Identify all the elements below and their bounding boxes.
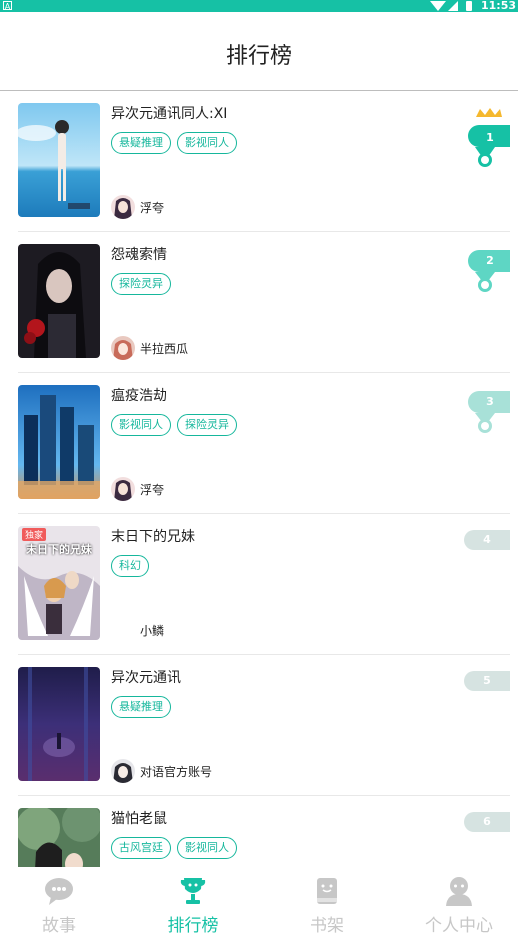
- rank-number: 4: [464, 530, 510, 550]
- tab-bookshelf[interactable]: 书架: [272, 867, 382, 936]
- author-name: 浮夸: [140, 483, 165, 497]
- tag-badge[interactable]: 古风宫廷: [111, 837, 171, 859]
- notification-a-icon: A: [3, 1, 12, 11]
- rank-badge: 2: [462, 250, 510, 296]
- rank-badge: 1: [462, 107, 510, 171]
- tag-badge[interactable]: 悬疑推理: [111, 696, 171, 718]
- tag-badge[interactable]: 探险灵异: [111, 273, 171, 295]
- tag-badge[interactable]: 影视同人: [177, 837, 237, 859]
- avatar: [111, 759, 135, 783]
- book-title[interactable]: 怨魂索情: [111, 244, 167, 264]
- tag-badge[interactable]: 影视同人: [111, 414, 171, 436]
- avatar: [111, 477, 135, 501]
- tag-badge[interactable]: 悬疑推理: [111, 132, 171, 154]
- book-title[interactable]: 异次元通讯: [111, 667, 181, 687]
- exclusive-badge: 独家: [22, 528, 47, 541]
- wifi-icon: [430, 1, 446, 11]
- tag-list: 古风宫廷 影视同人: [111, 836, 243, 859]
- author-name: 浮夸: [140, 201, 165, 215]
- ranking-item-4[interactable]: 独家 末日下的兄妹 末日下的兄妹 科幻 小鳞 4: [18, 514, 510, 655]
- ranking-item-5[interactable]: 异次元通讯 悬疑推理 对语官方账号 5: [18, 655, 510, 796]
- author-name: 半拉西瓜: [140, 342, 189, 356]
- rank-number: 3: [486, 395, 494, 408]
- tab-profile[interactable]: 个人中心: [404, 867, 514, 936]
- book-cover-image[interactable]: 独家 末日下的兄妹: [18, 526, 100, 640]
- ranking-list[interactable]: 异次元通讯同人:XI 悬疑推理 影视同人 浮夸 1 怨魂索情 探险灵异 半拉西瓜…: [0, 91, 518, 867]
- ranking-item-6[interactable]: 猫怕老鼠 古风宫廷 影视同人 6: [18, 796, 510, 867]
- book-title[interactable]: 末日下的兄妹: [111, 526, 195, 546]
- trophy-icon: [180, 878, 206, 904]
- person-icon: [446, 877, 472, 906]
- ranking-item-3[interactable]: 瘟疫浩劫 影视同人 探险灵异 浮夸 3: [18, 373, 510, 514]
- book-cover-image[interactable]: [18, 385, 100, 499]
- rank-badge: 4: [462, 530, 510, 552]
- status-time: 11:53: [481, 0, 517, 12]
- book-title[interactable]: 猫怕老鼠: [111, 808, 167, 828]
- book-cover-image[interactable]: [18, 808, 100, 867]
- bookshelf-icon: [317, 878, 337, 904]
- rank-badge: 5: [462, 671, 510, 693]
- rank-badge: 3: [462, 391, 510, 437]
- tab-label: 故事: [42, 916, 76, 936]
- tab-label: 个人中心: [425, 916, 493, 936]
- page-title: 排行榜: [225, 44, 292, 69]
- tab-label: 书架: [310, 916, 344, 936]
- rank-number: 2: [486, 254, 494, 267]
- avatar: [111, 336, 135, 360]
- author-name: 小鳞: [140, 624, 165, 638]
- chat-bubble-icon: [45, 878, 73, 905]
- book-title[interactable]: 瘟疫浩劫: [111, 385, 167, 405]
- ranking-item-2[interactable]: 怨魂索情 探险灵异 半拉西瓜 2: [18, 232, 510, 373]
- book-cover-image[interactable]: [18, 667, 100, 781]
- tag-badge[interactable]: 科幻: [111, 555, 149, 577]
- tag-badge[interactable]: 影视同人: [177, 132, 237, 154]
- author-name: 对语官方账号: [140, 765, 213, 779]
- status-bar: A 11:53: [0, 0, 518, 12]
- tab-label: 排行榜: [167, 916, 219, 936]
- book-cover-image[interactable]: [18, 244, 100, 358]
- tag-list: 悬疑推理 影视同人: [111, 131, 243, 154]
- rank-number: 1: [486, 131, 494, 144]
- book-cover-image[interactable]: [18, 103, 100, 217]
- rank-number: 6: [464, 812, 510, 832]
- tab-ranking[interactable]: 排行榜: [138, 867, 248, 936]
- bottom-tab-bar: 故事 排行榜 书架 个人中心: [0, 867, 518, 936]
- avatar: [111, 195, 135, 219]
- tab-story[interactable]: 故事: [4, 867, 114, 936]
- tag-list: 科幻: [111, 554, 155, 577]
- tag-list: 影视同人 探险灵异: [111, 413, 243, 436]
- tag-list: 探险灵异: [111, 272, 177, 295]
- tag-badge[interactable]: 探险灵异: [177, 414, 237, 436]
- rank-number: 5: [464, 671, 510, 691]
- header: 排行榜: [0, 12, 518, 91]
- rank-badge: 6: [462, 812, 510, 834]
- cover-title: 末日下的兄妹: [26, 543, 92, 556]
- signal-icon: [448, 1, 458, 11]
- book-title[interactable]: 异次元通讯同人:XI: [111, 103, 227, 123]
- tag-list: 悬疑推理: [111, 695, 177, 718]
- ranking-item-1[interactable]: 异次元通讯同人:XI 悬疑推理 影视同人 浮夸 1: [18, 91, 510, 232]
- battery-icon: [466, 1, 472, 11]
